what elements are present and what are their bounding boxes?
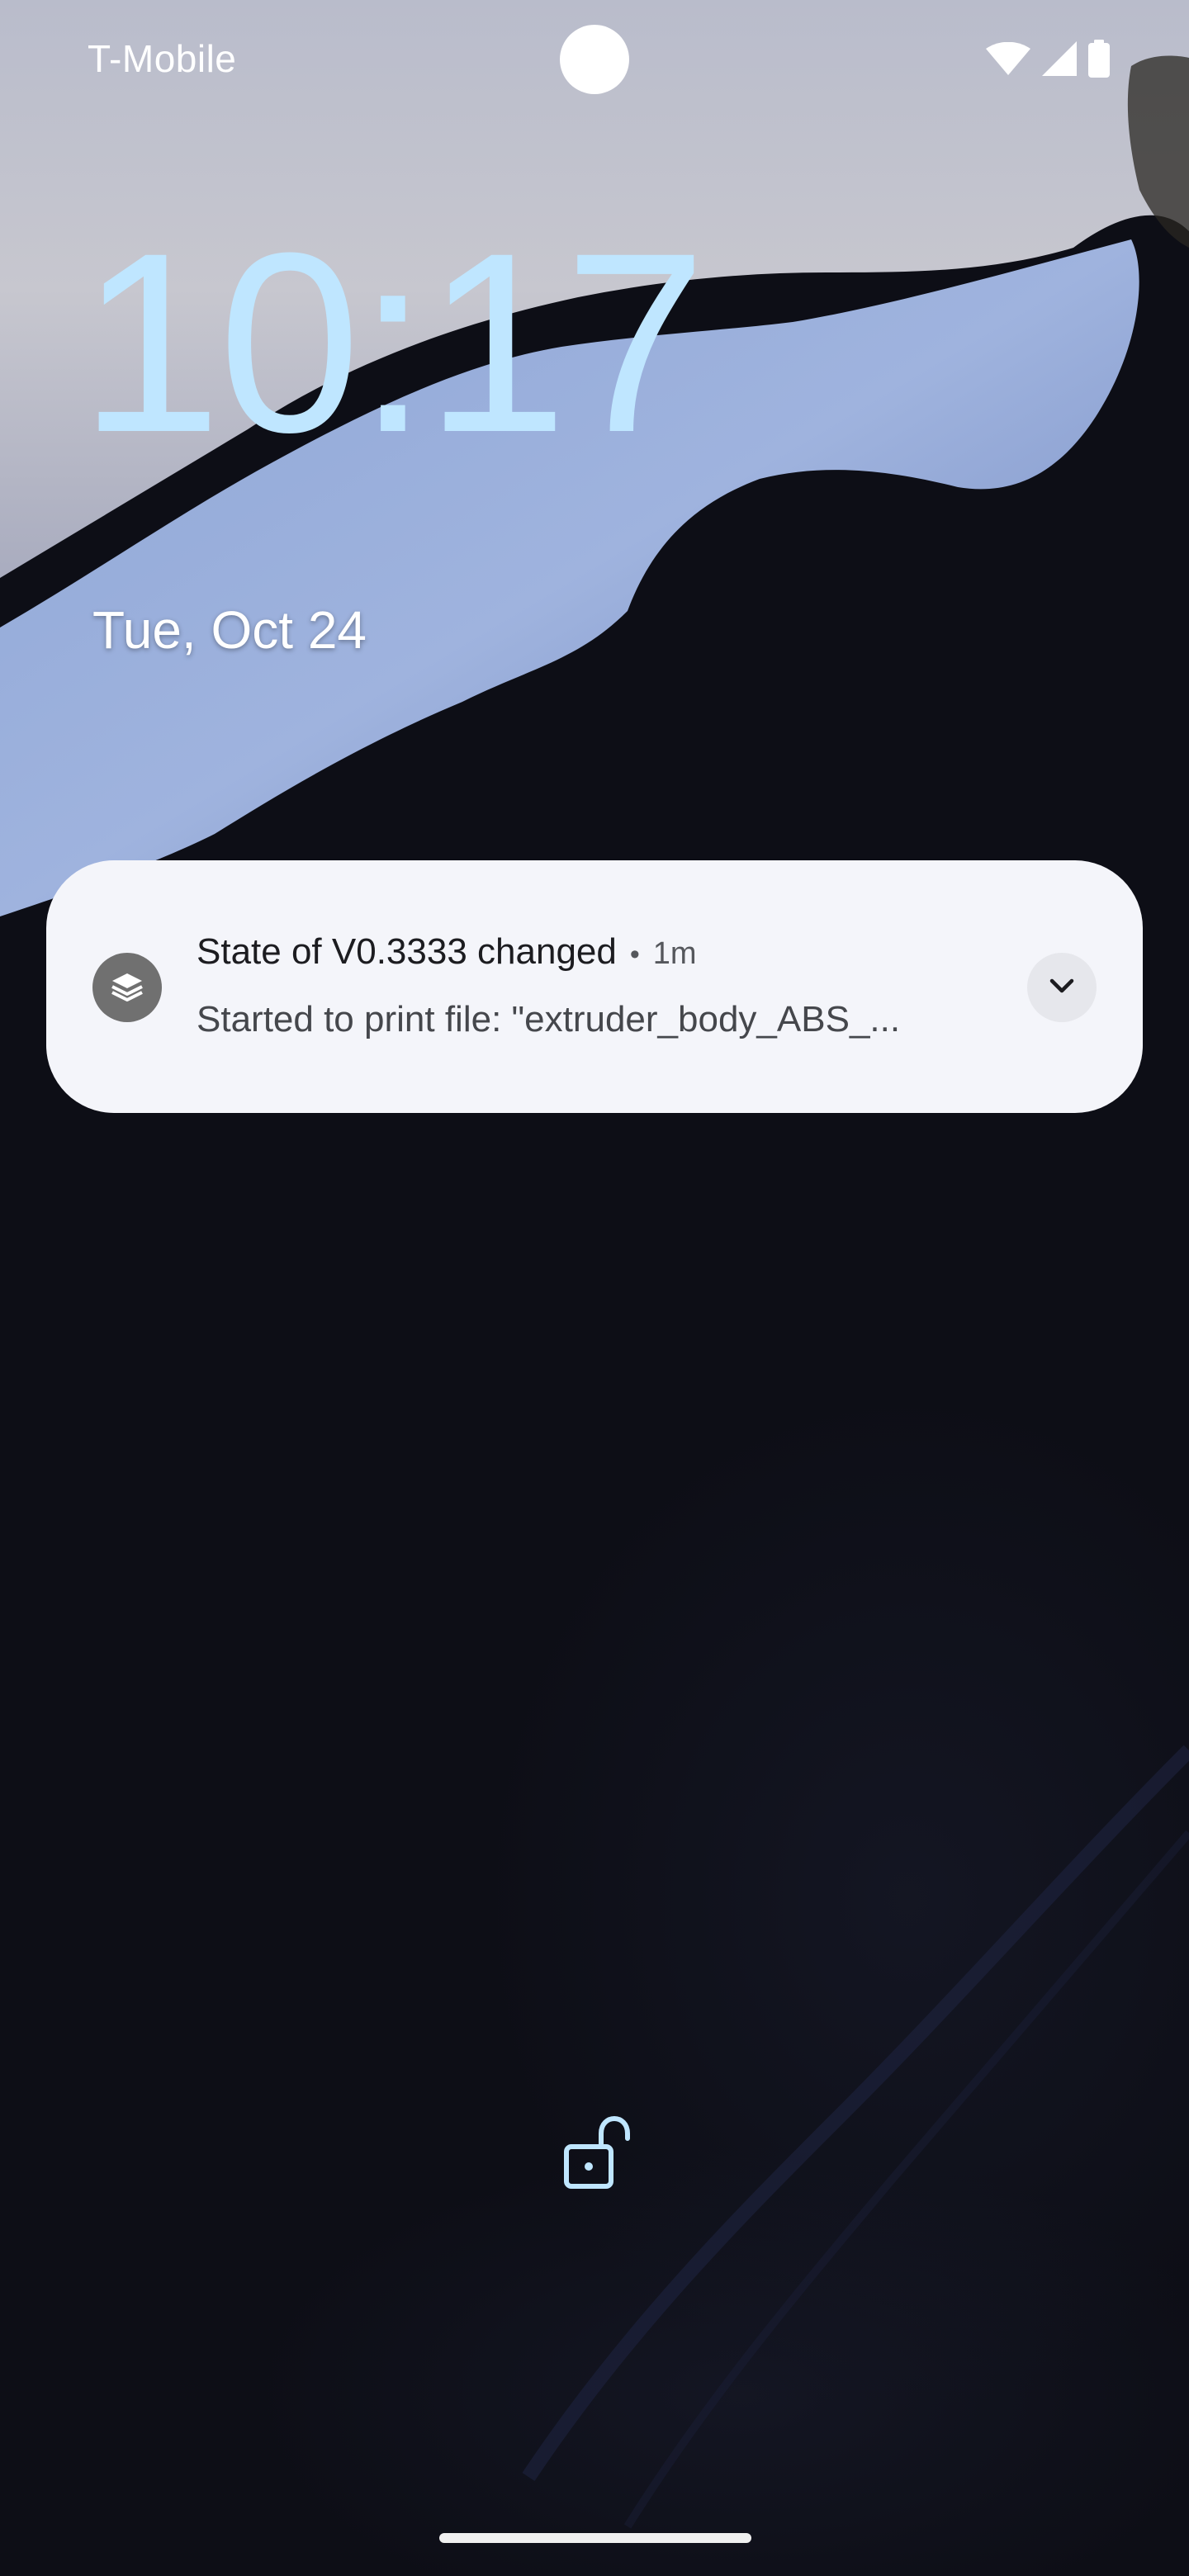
carrier-name: T-Mobile [88,37,237,80]
battery-icon [1088,39,1110,82]
home-indicator[interactable] [439,2533,751,2543]
notification-card[interactable]: State of V0.3333 changed • 1m Started to… [46,860,1143,1113]
lock-clock: 10:17 [79,199,707,485]
front-camera-cutout [560,25,629,94]
notification-separator: • [629,939,640,970]
chevron-down-icon [1044,968,1080,1008]
notification-expand-button[interactable] [1027,953,1097,1022]
status-icons [986,39,1110,82]
notification-header: State of V0.3333 changed • 1m [197,931,697,973]
notification-body: Started to print file: "extruder_body_AB… [197,999,901,1039]
notification-title: State of V0.3333 changed [197,931,617,972]
lock-date: Tue, Oct 24 [92,600,367,660]
notification-time: 1m [652,936,697,971]
layers-icon [92,953,162,1022]
cellular-signal-icon [1042,40,1077,80]
status-bar: T-Mobile [0,0,1189,124]
lock-screen: T-Mobile 10:17 Tue, Oct 24 State of V0.3… [0,0,1189,2576]
wifi-icon [986,41,1030,79]
unlock-icon[interactable] [561,2114,636,2196]
